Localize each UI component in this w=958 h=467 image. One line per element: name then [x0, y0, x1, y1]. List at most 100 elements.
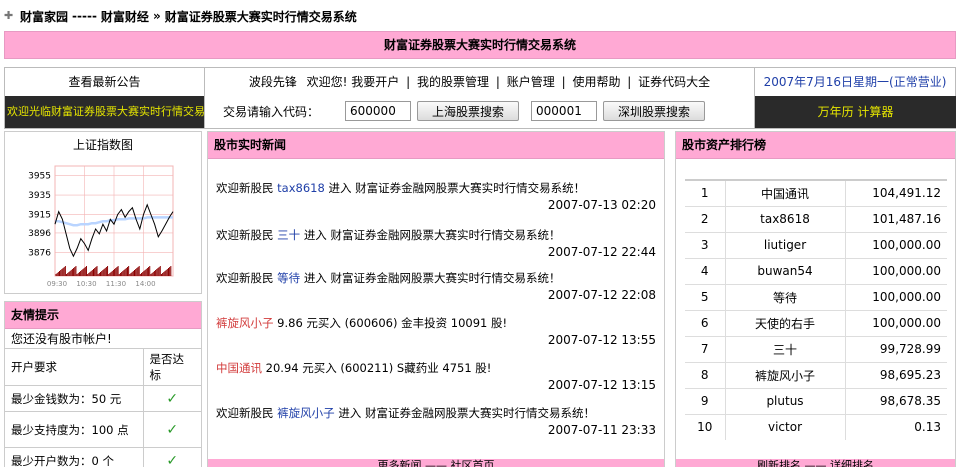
- ranking-footer-link[interactable]: 刷新排名 —— 详细排名: [676, 459, 955, 467]
- news-time: 2007-07-12 13:15: [547, 378, 656, 392]
- news-body: 9.86 元买入 (600606) 金丰投资 10091 股!: [277, 316, 508, 330]
- ranking-row: 1 中国通讯 104,491.12: [685, 179, 947, 206]
- requirement-text: 最少金钱数为：50 元: [5, 385, 143, 412]
- check-icon: ✓: [142, 447, 201, 467]
- rank-value: 100,000.00: [845, 309, 947, 336]
- page-title-banner: 财富证券股票大赛实时行情交易系统: [4, 31, 956, 59]
- news-prefix: 欢迎新股民: [216, 228, 274, 242]
- rank-user[interactable]: 裤旋风小子: [724, 361, 846, 388]
- tips-panel: 友情提示 您还没有股市帐户! 开户要求 是否达标 最少金钱数为：50 元 ✓ 最…: [4, 301, 202, 467]
- news-body: 进入 财富证券金融网股票大赛实时行情交易系统！: [338, 406, 595, 420]
- news-title: 股市实时新闻: [208, 132, 664, 159]
- rank-number: 10: [685, 413, 725, 440]
- user-link[interactable]: 三十: [277, 228, 300, 242]
- y-tick-label: 3935: [28, 191, 51, 201]
- news-item: 欢迎新股民 等待 进入 财富证券金融网股票大赛实时行情交易系统！ 2007-07-…: [216, 269, 656, 303]
- sz-code-input[interactable]: [531, 101, 598, 121]
- rank-user[interactable]: victor: [724, 413, 846, 440]
- user-link[interactable]: 裤旋风小子: [277, 406, 335, 420]
- rank-number: 8: [685, 361, 725, 388]
- rank-user[interactable]: plutus: [724, 387, 846, 414]
- breadcrumb-home[interactable]: 财富家园: [20, 8, 68, 25]
- rank-value: 104,491.12: [845, 179, 947, 206]
- breadcrumb-arrow: »: [152, 9, 161, 23]
- sz-search-button[interactable]: 深圳股票搜索: [603, 101, 706, 121]
- calendar-calculator-link[interactable]: 万年历 计算器: [755, 96, 956, 128]
- top-bar: 查看最新公告 欢迎光临财富证券股票大赛实时行情交易系统 波段先锋 欢迎您! 我要…: [4, 67, 956, 129]
- y-tick-label: 3955: [28, 172, 51, 182]
- date-status: 2007年7月16日星期一(正常营业): [763, 75, 947, 89]
- rank-value: 101,487.16: [845, 205, 947, 232]
- ranking-table: 1 中国通讯 104,491.12 2 tax8618 101,487.16 3 liutig…: [685, 179, 947, 440]
- nav-help[interactable]: 使用帮助: [572, 75, 620, 89]
- news-text: 裤旋风小子 9.86 元买入 (600606) 金丰投资 10091 股!: [216, 314, 656, 332]
- rank-number: 5: [685, 283, 725, 310]
- notice-title[interactable]: 查看最新公告: [5, 68, 204, 96]
- rank-user[interactable]: liutiger: [724, 231, 846, 258]
- date-box: 2007年7月16日星期一(正常营业) 万年历 计算器: [754, 68, 956, 128]
- news-item: 欢迎新股民 tax8618 进入 财富证券金融网股票大赛实时行情交易系统！ 200…: [216, 179, 656, 213]
- table-header-row: 开户要求 是否达标: [5, 349, 201, 386]
- rank-number: 4: [685, 257, 725, 284]
- news-prefix: 欢迎新股民: [216, 181, 274, 195]
- user-link[interactable]: tax8618: [277, 181, 325, 195]
- rank-user[interactable]: 等待: [724, 283, 846, 310]
- news-text: 欢迎新股民 tax8618 进入 财富证券金融网股票大赛实时行情交易系统！: [216, 179, 656, 197]
- requirement-text: 最少开户数为：0 个: [5, 447, 143, 467]
- rank-number: 7: [685, 335, 725, 362]
- news-item: 欢迎新股民 裤旋风小子 进入 财富证券金融网股票大赛实时行情交易系统！ 2007-…: [216, 404, 656, 438]
- news-body: 20.94 元买入 (600211) S藏药业 4751 股!: [265, 361, 492, 375]
- welcome-label: 欢迎您!: [306, 75, 348, 89]
- sh-search-button[interactable]: 上海股票搜索: [417, 101, 520, 121]
- user-link[interactable]: 等待: [277, 271, 300, 285]
- rank-value: 100,000.00: [845, 283, 947, 310]
- news-time: 2007-07-12 22:08: [547, 288, 656, 302]
- notice-marquee[interactable]: 欢迎光临财富证券股票大赛实时行情交易系统: [5, 96, 204, 128]
- rank-user[interactable]: 中国通讯: [724, 179, 846, 206]
- news-footer-link[interactable]: 更多新闻 —— 社区首页: [208, 459, 664, 467]
- y-tick-label: 3896: [28, 229, 51, 239]
- x-tick-label: 11:30: [106, 280, 126, 288]
- index-chart[interactable]: 3955 3935 3915 3896 3876 09:30 10:30 11:30 14:00: [5, 158, 201, 293]
- rank-user[interactable]: buwan54: [724, 257, 846, 284]
- news-time: 2007-07-12 13:55: [547, 333, 656, 347]
- table-row: 最少开户数为：0 个 ✓: [5, 447, 201, 467]
- rank-user[interactable]: tax8618: [724, 205, 846, 232]
- rank-value: 98,695.23: [845, 361, 947, 388]
- news-item: 中国通讯 20.94 元买入 (600211) S藏药业 4751 股! 2007…: [216, 359, 656, 393]
- breadcrumb-section[interactable]: 财富财经: [101, 8, 149, 25]
- news-body: 进入 财富证券金融网股票大赛实时行情交易系统！: [303, 228, 561, 242]
- rank-number: 6: [685, 309, 725, 336]
- rank-user[interactable]: 三十: [724, 335, 846, 362]
- news-text: 中国通讯 20.94 元买入 (600211) S藏药业 4751 股!: [216, 359, 656, 377]
- notice-box: 查看最新公告 欢迎光临财富证券股票大赛实时行情交易系统: [5, 68, 205, 128]
- rank-value: 100,000.00: [845, 231, 947, 258]
- ranking-panel: 股市资产排行榜 1 中国通讯 104,491.12 2 tax8618 101,487.1…: [675, 131, 956, 467]
- nav-account[interactable]: 账户管理: [507, 75, 555, 89]
- news-panel: 股市实时新闻 欢迎新股民 tax8618 进入 财富证券金融网股票大赛实时行情交…: [207, 131, 665, 467]
- nav-codes[interactable]: 证券代码大全: [638, 75, 710, 89]
- ranking-row: 4 buwan54 100,000.00: [685, 257, 947, 284]
- x-tick-label: 10:30: [76, 280, 96, 288]
- ranking-row: 6 天使的右手 100,000.00: [685, 309, 947, 336]
- table-row: 最少支持度为：100 点 ✓: [5, 411, 201, 448]
- sh-code-input[interactable]: [345, 101, 412, 121]
- rank-value: 99,728.99: [845, 335, 947, 362]
- ranking-row: 10 victor 0.13: [685, 413, 947, 440]
- nav-open-account[interactable]: 我要开户: [351, 75, 399, 89]
- news-time: 2007-07-13 02:20: [547, 198, 656, 212]
- user-link[interactable]: 中国通讯: [216, 361, 262, 375]
- news-item: 裤旋风小子 9.86 元买入 (600606) 金丰投资 10091 股! 200…: [216, 314, 656, 348]
- nav-my-stocks[interactable]: 我的股票管理: [417, 75, 489, 89]
- news-text: 欢迎新股民 三十 进入 财富证券金融网股票大赛实时行情交易系统！: [216, 226, 656, 244]
- stock-search: 交易请输入代码： 上海股票搜索 深圳股票搜索: [223, 100, 706, 122]
- user-link[interactable]: 裤旋风小子: [216, 316, 274, 330]
- rank-user[interactable]: 天使的右手: [724, 309, 846, 336]
- tips-title: 友情提示: [5, 302, 201, 329]
- breadcrumb: ✚ 财富家园 ----- 财富财经 » 财富证券股票大赛实时行情交易系统: [4, 6, 357, 26]
- rank-value: 98,678.35: [845, 387, 947, 414]
- news-body: 进入 财富证券金融网股票大赛实时行情交易系统！: [328, 181, 586, 195]
- plus-icon: ✚: [4, 9, 14, 22]
- check-icon: ✓: [142, 385, 201, 412]
- news-text: 欢迎新股民 裤旋风小子 进入 财富证券金融网股票大赛实时行情交易系统！: [216, 404, 656, 422]
